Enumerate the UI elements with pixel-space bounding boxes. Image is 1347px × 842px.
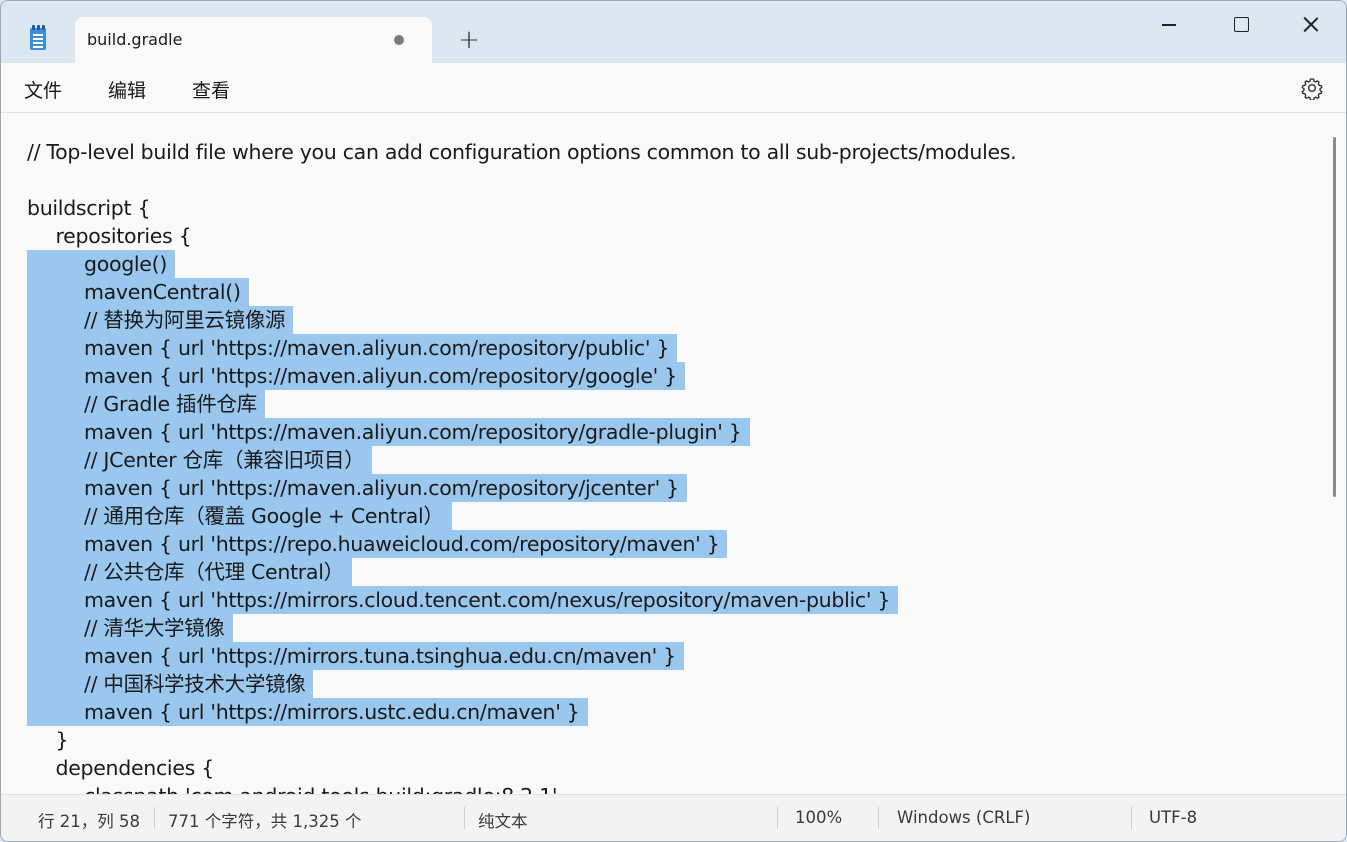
minimize-icon[interactable]: [1149, 9, 1189, 39]
close-icon[interactable]: [1291, 9, 1331, 39]
editor-line[interactable]: mavenCentral(): [1, 278, 1321, 306]
editor-line-text: // 替换为阿里云镜像源: [84, 308, 286, 332]
encoding[interactable]: UTF-8: [1149, 808, 1197, 827]
unsaved-dot-icon[interactable]: [394, 35, 404, 45]
editor-line[interactable]: google(): [1, 250, 1321, 278]
editor-line[interactable]: maven { url 'https://maven.aliyun.com/re…: [1, 362, 1321, 390]
menu-bar: 文件 编辑 查看: [1, 63, 1346, 113]
tab-build-gradle[interactable]: build.gradle: [75, 17, 432, 63]
editor-line-text: // 通用仓库（覆盖 Google + Central）: [84, 504, 444, 528]
editor-line[interactable]: maven { url 'https://mirrors.ustc.edu.cn…: [1, 698, 1321, 726]
editor-line-text: maven { url 'https://maven.aliyun.com/re…: [84, 420, 742, 444]
editor-line-text: // Top-level build file where you can ad…: [27, 140, 1017, 164]
editor-line-text: maven { url 'https://maven.aliyun.com/re…: [84, 476, 679, 500]
editor-line-text: // Gradle 插件仓库: [84, 392, 257, 416]
editor-line-text: maven { url 'https://maven.aliyun.com/re…: [84, 364, 677, 388]
editor-line[interactable]: maven { url 'https://maven.aliyun.com/re…: [1, 334, 1321, 362]
editor-line[interactable]: [1, 166, 1321, 194]
editor-line-text: maven { url 'https://mirrors.tuna.tsingh…: [84, 644, 676, 668]
maximize-icon[interactable]: [1221, 9, 1261, 39]
editor-line-text: // 中国科学技术大学镜像: [84, 672, 306, 696]
zoom-level[interactable]: 100%: [795, 808, 842, 827]
editor-line-text: maven { url 'https://mirrors.cloud.tence…: [84, 588, 891, 612]
editor-line-text: maven { url 'https://repo.huaweicloud.co…: [84, 532, 720, 556]
line-ending[interactable]: Windows (CRLF): [897, 808, 1030, 827]
editor-line[interactable]: maven { url 'https://mirrors.tuna.tsingh…: [1, 642, 1321, 670]
tab-title: build.gradle: [87, 30, 183, 49]
menu-view[interactable]: 查看: [192, 76, 230, 103]
editor-line-text: mavenCentral(): [84, 280, 241, 304]
editor-line-text: maven { url 'https://mirrors.ustc.edu.cn…: [84, 700, 580, 724]
editor-line-text: classpath 'com.android.tools.build:gradl…: [84, 782, 558, 794]
notepad-app-icon: [28, 25, 48, 51]
editor-line[interactable]: maven { url 'https://repo.huaweicloud.co…: [1, 530, 1321, 558]
editor-line-text: dependencies {: [55, 756, 215, 780]
editor-line[interactable]: // JCenter 仓库（兼容旧项目）: [1, 446, 1321, 474]
editor-line[interactable]: // 替换为阿里云镜像源: [1, 306, 1321, 334]
editor-line[interactable]: repositories {: [1, 222, 1321, 250]
editor-line-text: // 公共仓库（代理 Central）: [84, 560, 344, 584]
settings-gear-icon[interactable]: [1300, 76, 1324, 100]
editor-line-text: // JCenter 仓库（兼容旧项目）: [84, 448, 365, 472]
status-bar: 行 21，列 58 771 个字符，共 1,325 个 纯文本 100% Win…: [1, 794, 1346, 841]
editor-line[interactable]: maven { url 'https://mirrors.cloud.tence…: [1, 586, 1321, 614]
editor-line[interactable]: // 清华大学镜像: [1, 614, 1321, 642]
editor-line-text: repositories {: [55, 224, 192, 248]
editor-line[interactable]: // Gradle 插件仓库: [1, 390, 1321, 418]
editor-line-text: }: [55, 728, 69, 752]
notepad-window: build.gradle + 文件 编辑 查看 // Top-level bui…: [0, 0, 1347, 842]
vertical-scrollbar[interactable]: [1333, 137, 1336, 497]
new-tab-plus-icon[interactable]: +: [456, 27, 482, 53]
menu-edit[interactable]: 编辑: [108, 76, 146, 103]
editor-line-text: maven { url 'https://maven.aliyun.com/re…: [84, 336, 670, 360]
menu-file[interactable]: 文件: [24, 76, 62, 103]
title-bar[interactable]: build.gradle +: [1, 1, 1346, 63]
cursor-position: 行 21，列 58: [38, 812, 140, 831]
editor-line[interactable]: // 中国科学技术大学镜像: [1, 670, 1321, 698]
editor-line[interactable]: // Top-level build file where you can ad…: [1, 138, 1321, 166]
editor-line-text: google(): [84, 252, 168, 276]
editor-line[interactable]: dependencies {: [1, 754, 1321, 782]
editor-line[interactable]: maven { url 'https://maven.aliyun.com/re…: [1, 474, 1321, 502]
text-format[interactable]: 纯文本: [478, 808, 528, 832]
editor-line-text: buildscript {: [27, 196, 151, 220]
editor-line[interactable]: buildscript {: [1, 194, 1321, 222]
editor-line[interactable]: }: [1, 726, 1321, 754]
editor-line[interactable]: classpath 'com.android.tools.build:gradl…: [1, 782, 1321, 794]
editor-line[interactable]: // 通用仓库（覆盖 Google + Central）: [1, 502, 1321, 530]
editor-line[interactable]: // 公共仓库（代理 Central）: [1, 558, 1321, 586]
editor-line[interactable]: maven { url 'https://maven.aliyun.com/re…: [1, 418, 1321, 446]
character-count: 771 个字符，共 1,325 个: [168, 812, 362, 831]
editor-line-text: // 清华大学镜像: [84, 616, 225, 640]
text-editor[interactable]: // Top-level build file where you can ad…: [1, 113, 1346, 794]
